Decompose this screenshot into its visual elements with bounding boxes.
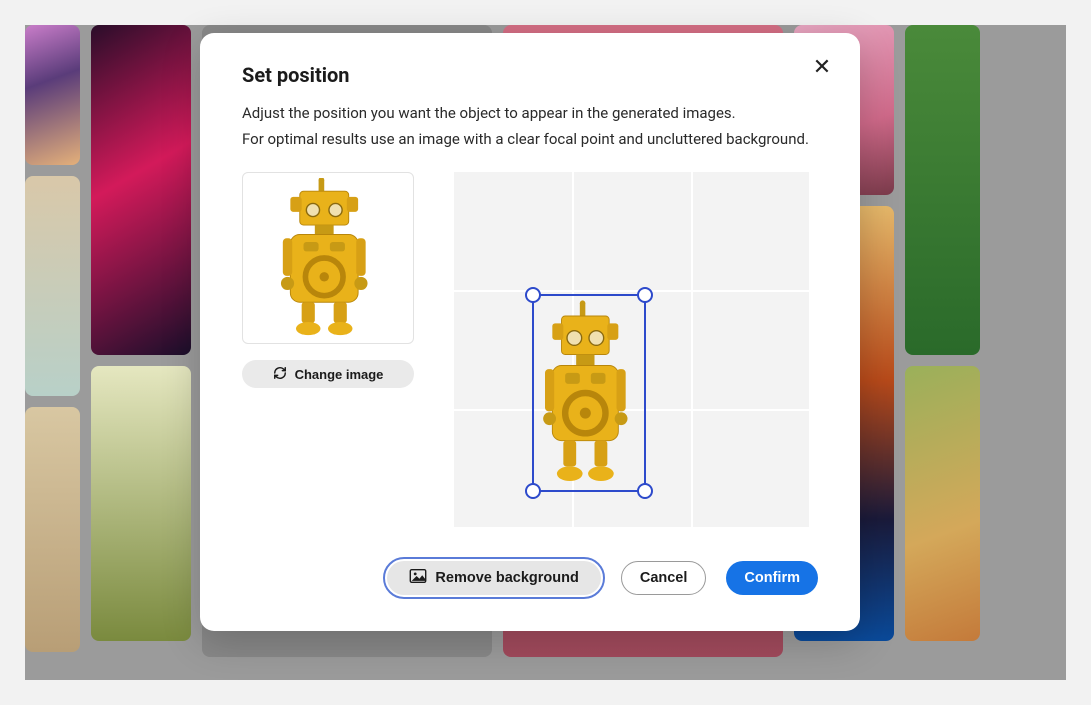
refresh-icon	[273, 366, 287, 383]
robot-image	[258, 178, 398, 338]
placed-object-selection[interactable]	[532, 294, 646, 492]
resize-handle-bottom-left[interactable]	[525, 483, 541, 499]
description-line: Adjust the position you want the object …	[242, 101, 818, 127]
close-icon: ✕	[813, 54, 831, 80]
confirm-label: Confirm	[744, 570, 800, 586]
remove-background-label: Remove background	[435, 570, 578, 586]
remove-background-button[interactable]: Remove background	[387, 561, 600, 595]
resize-handle-bottom-right[interactable]	[637, 483, 653, 499]
cancel-label: Cancel	[640, 570, 688, 586]
source-panel: Change image	[242, 172, 414, 388]
change-image-label: Change image	[295, 367, 384, 382]
grid-line	[454, 290, 809, 292]
dialog-description: Adjust the position you want the object …	[242, 101, 818, 152]
resize-handle-top-right[interactable]	[637, 287, 653, 303]
robot-image	[534, 296, 644, 490]
confirm-button[interactable]: Confirm	[726, 561, 818, 595]
modal-overlay: ✕ Set position Adjust the position you w…	[0, 0, 1091, 705]
close-button[interactable]: ✕	[808, 53, 836, 81]
grid-line	[691, 172, 693, 527]
cancel-button[interactable]: Cancel	[621, 561, 707, 595]
position-canvas[interactable]	[454, 172, 809, 527]
image-icon	[409, 569, 427, 587]
resize-handle-top-left[interactable]	[525, 287, 541, 303]
description-line: For optimal results use an image with a …	[242, 127, 818, 153]
change-image-button[interactable]: Change image	[242, 360, 414, 388]
set-position-dialog: ✕ Set position Adjust the position you w…	[200, 33, 860, 631]
dialog-footer: Remove background Cancel Confirm	[242, 561, 818, 595]
dialog-title: Set position	[242, 63, 818, 87]
source-thumbnail	[242, 172, 414, 344]
